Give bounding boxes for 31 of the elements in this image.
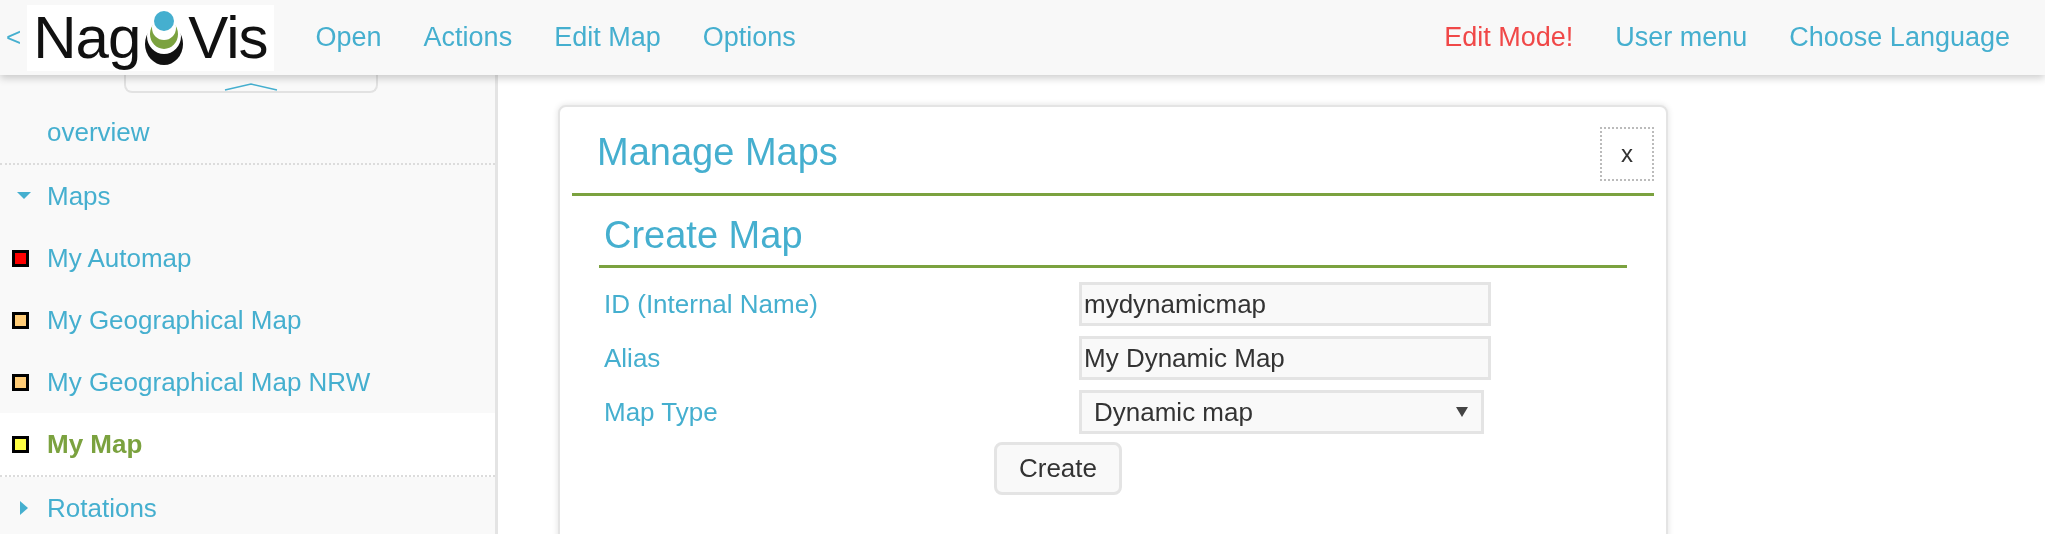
input-field[interactable]: My Dynamic Map [1079,336,1491,380]
map-link[interactable]: My Map [47,428,143,460]
menu-item[interactable]: Edit Map [554,22,661,53]
sidebar-item[interactable]: overview [47,116,150,148]
field-label: ID (Internal Name) [603,288,819,320]
sidebar-section[interactable]: Maps [47,180,111,212]
menu-item[interactable]: Choose Language [1789,22,2010,53]
collapse-tab[interactable] [124,73,378,93]
menu-item[interactable]: Open [315,22,382,53]
dialog-title: Manage Maps [597,131,838,174]
logo-text: Vis [188,7,268,68]
back-link[interactable]: < [6,22,22,53]
edit-mode-link[interactable]: Edit Mode! [1444,22,1574,53]
menu-item[interactable]: Actions [423,22,513,53]
map-link[interactable]: My Automap [47,242,192,274]
logo[interactable]: Nag Vis [27,4,274,71]
create-button[interactable]: Create [993,442,1122,495]
field-label: Map Type [603,396,719,428]
logo-text: Nag [33,7,141,68]
menu-item[interactable]: Options [702,22,796,53]
field-label: Alias [603,342,662,374]
chevron-up-icon [224,83,278,91]
menu-item[interactable]: User menu [1615,22,1748,53]
dropdown-arrow-icon [1455,406,1469,418]
map-type-select[interactable]: Dynamic map [1079,390,1484,434]
input-field[interactable]: mydynamicmap [1079,282,1491,326]
section-title: Create Map [599,196,1627,268]
map-link[interactable]: My Geographical Map [47,304,302,336]
map-link[interactable]: My Geographical Map NRW [47,366,371,398]
sidebar-section[interactable]: Rotations [47,492,157,524]
close-button[interactable]: x [1600,127,1654,181]
